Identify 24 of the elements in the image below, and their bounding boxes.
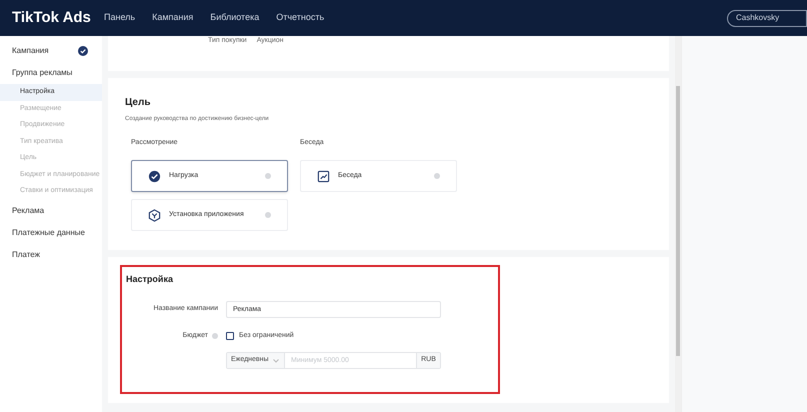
info-icon bbox=[434, 173, 440, 179]
nav-link[interactable]: Отчетность bbox=[276, 11, 324, 25]
info-icon bbox=[212, 332, 218, 339]
logo: TikTok Ads bbox=[12, 8, 92, 28]
sidebar-item[interactable]: Кампания bbox=[12, 45, 49, 57]
info-icon bbox=[265, 212, 271, 218]
section-title: Цель bbox=[125, 96, 150, 110]
section-title: Настройка bbox=[126, 273, 173, 286]
nav-link[interactable]: Библиотека bbox=[210, 11, 260, 25]
account-field[interactable]: Cashkovsky bbox=[727, 10, 807, 26]
checkbox[interactable] bbox=[226, 332, 234, 340]
info-icon bbox=[265, 173, 271, 179]
scrollbar[interactable] bbox=[675, 36, 681, 412]
nav-link[interactable]: Кампания bbox=[152, 11, 194, 25]
scrollbar-thumb[interactable] bbox=[676, 86, 680, 356]
shield-icon bbox=[148, 208, 161, 222]
sidebar-item[interactable]: Реклама bbox=[12, 204, 44, 216]
nav-link[interactable]: Панель bbox=[104, 11, 136, 25]
chart-icon bbox=[317, 170, 330, 182]
sidebar-item[interactable]: Платеж bbox=[12, 248, 40, 260]
check-icon bbox=[148, 170, 161, 182]
caret-icon bbox=[272, 358, 279, 362]
sidebar-item[interactable]: Группа рекламы bbox=[12, 67, 72, 79]
sidebar-item[interactable]: Платежные данные bbox=[12, 226, 85, 238]
